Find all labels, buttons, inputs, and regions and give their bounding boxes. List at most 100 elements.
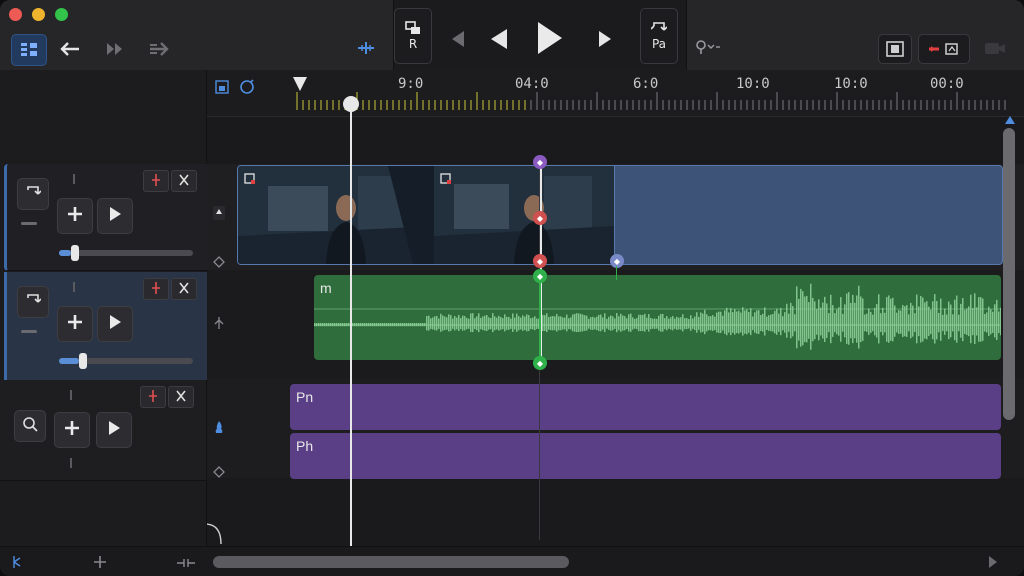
- clip-corner-icon: [440, 172, 452, 190]
- trim-track-button[interactable]: [168, 386, 194, 408]
- forward-skip-icon: [105, 42, 125, 56]
- audio-clip[interactable]: m: [314, 275, 1001, 360]
- play-track-button[interactable]: [97, 306, 133, 342]
- track-tick: [73, 282, 75, 292]
- track-header-audio: [4, 272, 209, 381]
- voice-menu-button[interactable]: [693, 34, 723, 60]
- split-track-button[interactable]: [143, 170, 169, 192]
- split-button[interactable]: [353, 36, 379, 60]
- track-header-titles: [0, 380, 206, 481]
- loop-button[interactable]: Pa: [640, 8, 678, 64]
- timeline-view-icon: [20, 42, 38, 58]
- forward-button[interactable]: [143, 34, 175, 64]
- time-ruler[interactable]: 9:0 04:0 6:0 10:0 10:0 00:0: [207, 70, 1024, 117]
- zoom-icon[interactable]: [176, 556, 196, 574]
- ruler-ticks: [293, 77, 1006, 110]
- add-track-button[interactable]: [57, 306, 93, 342]
- blue-marker[interactable]: ◆: [610, 254, 624, 268]
- ruler-label-2: 04:0: [515, 76, 549, 92]
- ruler-label-4: 10:0: [736, 76, 770, 92]
- trim-track-button[interactable]: [171, 170, 197, 192]
- add-icon[interactable]: [93, 555, 107, 574]
- red-marker[interactable]: ◆: [533, 254, 547, 268]
- play-track-button[interactable]: [96, 412, 132, 448]
- split-track-button[interactable]: [140, 386, 166, 408]
- track-header-video: [4, 164, 209, 271]
- trim-track-button[interactable]: [171, 278, 197, 300]
- triangle-left-icon: [489, 28, 509, 50]
- fast-forward-button[interactable]: [100, 34, 130, 64]
- play-button[interactable]: [530, 18, 570, 58]
- play-icon: [107, 420, 121, 441]
- ruler-label-6: 00:0: [930, 76, 964, 92]
- play-track-button[interactable]: [97, 198, 133, 234]
- volume-fill: [59, 250, 71, 256]
- video-thumbnail: [238, 166, 435, 264]
- title-clip-2[interactable]: Ph: [290, 433, 1001, 479]
- triangle-right-icon: [597, 30, 613, 48]
- in-point-marker: [293, 77, 307, 91]
- title-clip-1[interactable]: Pn: [290, 384, 1001, 430]
- loop-icon: [25, 185, 42, 204]
- track-volume-slider[interactable]: [59, 353, 193, 369]
- blue-guide: [616, 266, 617, 280]
- loop-icon: [25, 293, 42, 312]
- search-icon: [22, 416, 38, 437]
- camera-button[interactable]: [980, 34, 1010, 62]
- volume-knob[interactable]: [71, 245, 79, 261]
- minimize-window-button[interactable]: [32, 8, 45, 21]
- track-tick: [70, 390, 72, 400]
- purple-marker[interactable]: ◆: [533, 155, 547, 169]
- ruler-label-1: 9:0: [398, 76, 424, 92]
- next-marker-button[interactable]: [592, 26, 618, 52]
- plus-icon: [66, 205, 84, 228]
- record-button[interactable]: [918, 34, 970, 64]
- record-icon: [927, 42, 961, 56]
- clip-inspector-button[interactable]: R: [394, 8, 432, 64]
- timeline[interactable]: 9:0 04:0 6:0 10:0 10:0 00:0 m Pn Ph ◆ ◆ …: [207, 70, 1024, 546]
- playhead-handle[interactable]: [343, 96, 359, 112]
- volume-knob[interactable]: [79, 353, 87, 369]
- track-dash: [21, 330, 37, 333]
- lane-up-icon[interactable]: [213, 206, 225, 225]
- track-volume-slider[interactable]: [59, 245, 193, 261]
- corner-arc: [207, 523, 222, 545]
- ruler-label-3: 6:0: [633, 76, 659, 92]
- green-guide: [539, 280, 541, 360]
- track-tick: [73, 174, 75, 184]
- back-button[interactable]: [55, 34, 85, 64]
- lane-diamond-icon[interactable]: [213, 255, 225, 273]
- split-red-icon: [147, 389, 159, 406]
- fullscreen-button[interactable]: [878, 34, 912, 64]
- fullscreen-icon: [886, 41, 904, 57]
- split-track-button[interactable]: [143, 278, 169, 300]
- lane-diamond-icon[interactable]: [213, 465, 225, 483]
- track-loop-button[interactable]: [17, 178, 49, 210]
- track-loop-button[interactable]: [17, 286, 49, 318]
- rewind-button[interactable]: [484, 24, 514, 54]
- video-thumbnail: [434, 166, 615, 264]
- vertical-scrollbar[interactable]: [1003, 128, 1015, 420]
- title-clip-1-label: Pn: [296, 389, 314, 405]
- horizontal-scrollbar[interactable]: [213, 556, 569, 568]
- previous-marker-button[interactable]: [445, 26, 471, 52]
- add-track-button[interactable]: [57, 198, 93, 234]
- scissors-icon: [178, 173, 190, 190]
- track-left-icon[interactable]: [10, 555, 22, 574]
- triangle-left-small-icon: [450, 30, 466, 48]
- track-search-button[interactable]: [14, 410, 46, 442]
- play-icon: [108, 314, 122, 335]
- camera-icon: [984, 40, 1006, 56]
- add-track-button[interactable]: [54, 412, 90, 448]
- play-icon: [536, 21, 564, 55]
- timeline-view-button[interactable]: [11, 34, 47, 66]
- lane-flame-icon[interactable]: [213, 420, 225, 439]
- close-window-button[interactable]: [9, 8, 22, 21]
- scroll-right-icon[interactable]: [988, 555, 998, 574]
- volume-fill: [59, 358, 79, 364]
- toolbar: R Pa: [0, 0, 1024, 71]
- red-marker[interactable]: ◆: [533, 211, 547, 225]
- lane-split-icon[interactable]: [213, 316, 225, 335]
- scissors-icon: [178, 281, 190, 298]
- zoom-window-button[interactable]: [55, 8, 68, 21]
